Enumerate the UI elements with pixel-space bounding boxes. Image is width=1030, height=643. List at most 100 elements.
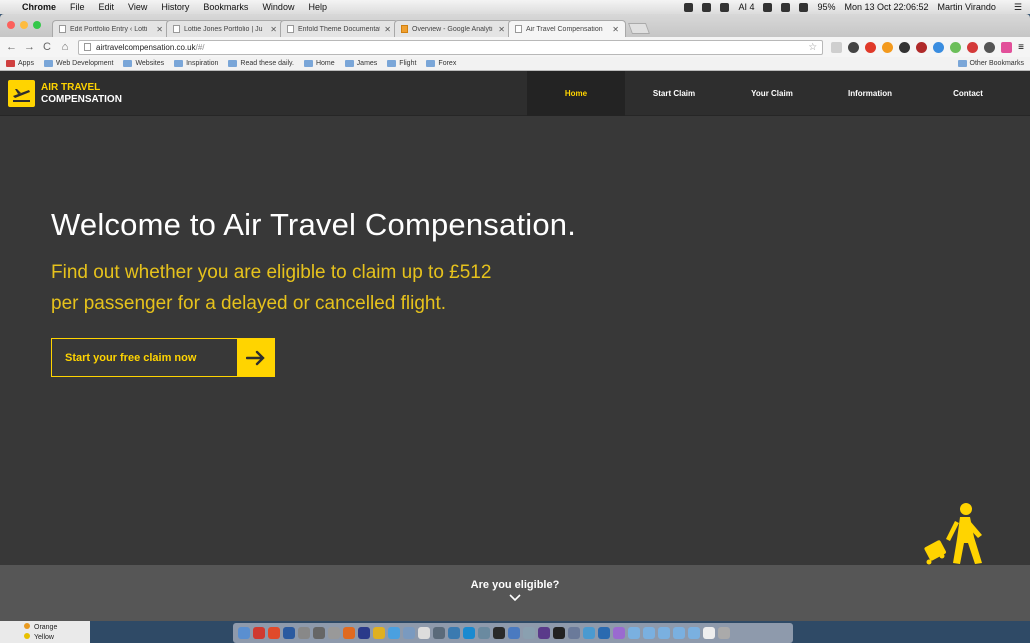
terminal-icon[interactable] [553,627,565,639]
adobe-status[interactable]: AI 4 [738,2,754,12]
home-icon[interactable]: ⌂ [60,41,70,53]
chrome-menu-icon[interactable]: ≡ [1018,42,1024,53]
firefox-icon[interactable] [343,627,355,639]
bluetooth-icon[interactable] [763,2,773,12]
volume-icon[interactable] [799,2,809,12]
user-name[interactable]: Martin Virando [938,2,996,12]
nav-information[interactable]: Information [821,71,919,116]
extension-icon[interactable] [831,41,843,53]
extension-icon[interactable] [967,41,979,53]
menu-bookmarks[interactable]: Bookmarks [203,2,248,12]
close-icon[interactable]: ✕ [498,25,505,34]
calendar-icon[interactable] [418,627,430,639]
tab-lottie-jones[interactable]: Lottie Jones Portfolio | Ju ✕ [166,20,284,37]
extension-icon[interactable] [950,41,962,53]
bookmark-apps[interactable]: Apps [6,60,34,67]
chrome-icon[interactable] [373,627,385,639]
bookmark-other[interactable]: Other Bookmarks [957,60,1024,67]
safari-icon[interactable] [388,627,400,639]
gear-icon[interactable] [848,41,860,53]
extension-icon[interactable] [916,41,928,53]
finder-tag-orange[interactable]: Orange [24,623,90,633]
menu-window[interactable]: Window [262,2,294,12]
folder-icon[interactable] [673,627,685,639]
close-icon[interactable]: ✕ [384,25,391,34]
close-icon[interactable]: ✕ [270,25,277,34]
start-claim-button[interactable]: Start your free claim now [51,338,275,377]
nav-your-claim[interactable]: Your Claim [723,71,821,116]
tab-enfold-docs[interactable]: Enfold Theme Documentat ✕ [280,20,398,37]
bookmark-websites[interactable]: Websites [123,60,164,67]
bookmark-forex[interactable]: Forex [426,60,456,67]
back-icon[interactable]: ← [6,41,17,53]
menu-edit[interactable]: Edit [99,2,115,12]
app-icon[interactable] [313,627,325,639]
extension-icon[interactable] [933,41,945,53]
app-icon[interactable] [478,627,490,639]
eligibility-bar[interactable]: Are you eligible? [0,565,1030,621]
photoshop-icon[interactable] [283,627,295,639]
nav-start-claim[interactable]: Start Claim [625,71,723,116]
menu-history[interactable]: History [161,2,189,12]
close-icon[interactable]: ✕ [612,25,619,34]
status-app-icon[interactable] [720,2,730,12]
bookmark-home[interactable]: Home [303,60,335,67]
finder-icon[interactable] [238,627,250,639]
app-icon[interactable] [613,627,625,639]
folder-icon[interactable] [688,627,700,639]
menu-file[interactable]: File [70,2,85,12]
menu-view[interactable]: View [128,2,147,12]
finder-tag-yellow[interactable]: Yellow [24,633,90,643]
app-icon[interactable] [298,627,310,639]
notification-center-icon[interactable]: ☰ [1014,2,1022,13]
app-icon[interactable] [568,627,580,639]
app-icon[interactable] [403,627,415,639]
acrobat-icon[interactable] [268,627,280,639]
minimize-window-button[interactable] [20,21,28,29]
status-app-icon[interactable] [702,2,712,12]
bookmark-web-development[interactable]: Web Development [43,60,113,67]
reload-icon[interactable]: C [42,41,52,53]
bookmark-james[interactable]: James [344,60,377,67]
app-icon[interactable] [508,627,520,639]
close-window-button[interactable] [7,21,15,29]
skype-icon[interactable] [463,627,475,639]
folder-icon[interactable] [658,627,670,639]
extension-icon[interactable] [1001,41,1013,53]
nav-contact[interactable]: Contact [919,71,1017,116]
extension-icon[interactable] [984,41,996,53]
folder-icon[interactable] [643,627,655,639]
trash-icon[interactable] [718,627,730,639]
zoom-window-button[interactable] [33,21,41,29]
app-icon[interactable] [538,627,550,639]
tab-edit-portfolio[interactable]: Edit Portfolio Entry ‹ Lotti ✕ [52,20,170,37]
extension-icon[interactable] [882,41,894,53]
wifi-icon[interactable] [781,2,791,12]
app-icon[interactable] [523,627,535,639]
bookmark-read-daily[interactable]: Read these daily. [228,60,294,67]
tab-air-travel[interactable]: Air Travel Compensation ✕ [508,20,626,37]
extension-icon[interactable] [899,41,911,53]
word-icon[interactable] [598,627,610,639]
status-app-icon[interactable] [684,2,694,12]
menu-app-name[interactable]: Chrome [22,2,56,12]
app-icon[interactable] [448,627,460,639]
app-icon[interactable] [433,627,445,639]
menu-help[interactable]: Help [308,2,327,12]
battery-percent[interactable]: 95% [817,2,835,12]
clock[interactable]: Mon 13 Oct 22:06:52 [844,2,928,12]
app-icon[interactable] [493,627,505,639]
bookmark-flight[interactable]: Flight [387,60,416,67]
filezilla-icon[interactable] [253,627,265,639]
bookmark-star-icon[interactable]: ☆ [808,42,817,53]
folder-icon[interactable] [628,627,640,639]
app-icon[interactable] [328,627,340,639]
extension-icon[interactable] [865,41,877,53]
nav-home[interactable]: Home [527,71,625,116]
app-icon[interactable] [358,627,370,639]
app-icon[interactable] [703,627,715,639]
close-icon[interactable]: ✕ [156,25,163,34]
forward-icon[interactable]: → [24,41,35,53]
site-logo[interactable]: AIR TRAVEL COMPENSATION [8,80,122,107]
new-tab-button[interactable] [627,23,651,34]
